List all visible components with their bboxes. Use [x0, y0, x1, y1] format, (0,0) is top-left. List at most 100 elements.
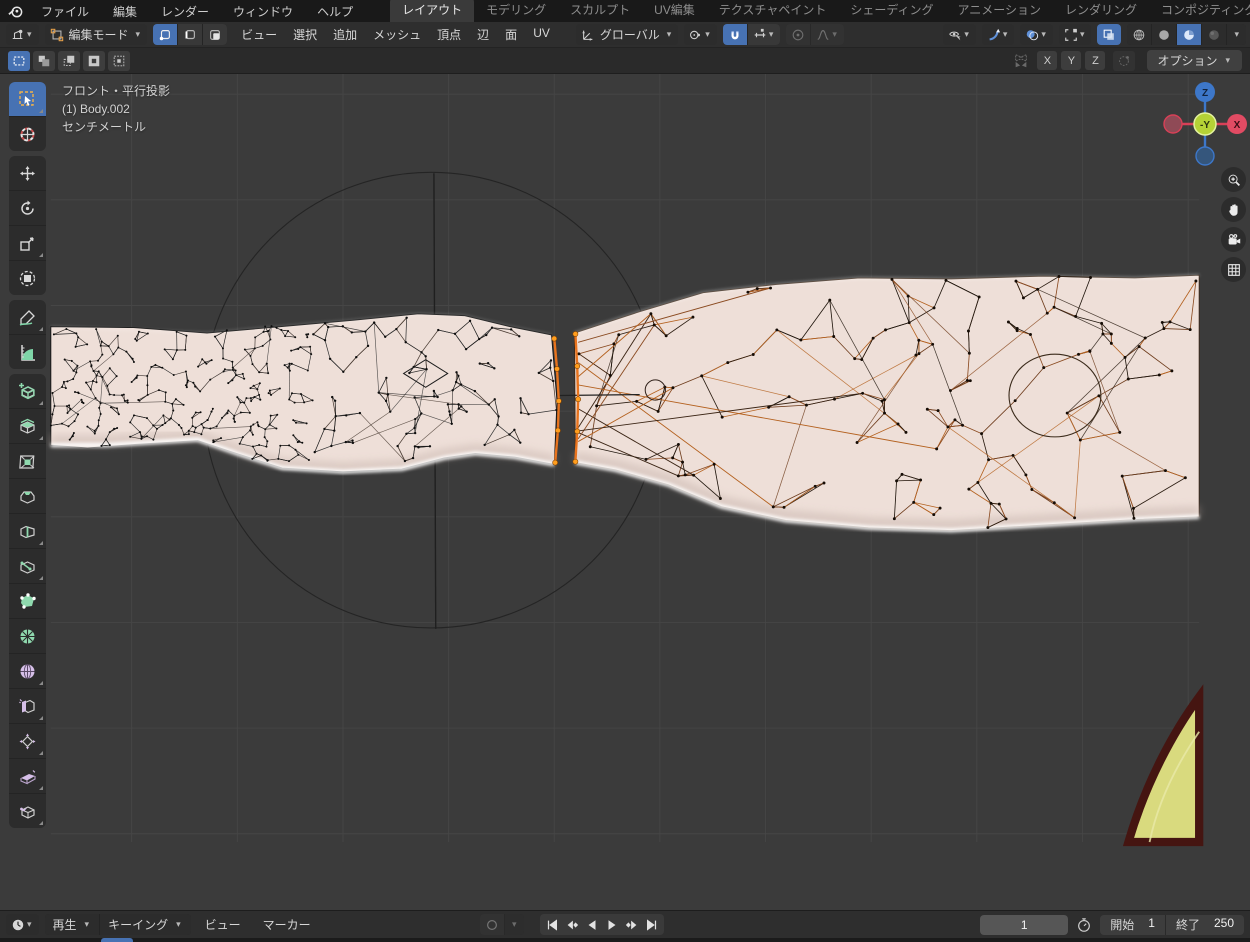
timeline-marker-menu[interactable]: マーカー: [255, 912, 319, 937]
tool-move[interactable]: [9, 156, 46, 190]
tool-loop-cut[interactable]: [9, 513, 46, 548]
tool-select-box[interactable]: [9, 82, 46, 116]
playback-dropdown[interactable]: 再生 ▾ キーイング ▾: [45, 914, 191, 935]
timeline-view-menu[interactable]: ビュー: [197, 912, 249, 937]
snap-target-button[interactable]: ▾: [747, 24, 781, 45]
tool-shrink-fatten[interactable]: [9, 723, 46, 758]
workspace-tab[interactable]: アニメーション: [946, 0, 1054, 22]
frame-start-field[interactable]: 開始 1: [1100, 916, 1165, 933]
viewport-ortho-button[interactable]: [1221, 257, 1246, 282]
shading-rendered-button[interactable]: [1201, 24, 1226, 45]
current-frame-value: 1: [1021, 918, 1028, 932]
transform-orientation[interactable]: グローバル ▾: [576, 24, 678, 45]
tool-transform[interactable]: [9, 260, 46, 295]
tool-spin[interactable]: [9, 618, 46, 653]
viewport-menu-item[interactable]: 追加: [325, 22, 365, 47]
snap-toggle-button[interactable]: [723, 24, 747, 45]
viewport-menu-item[interactable]: 面: [497, 22, 525, 47]
show-overlays-group[interactable]: ▾: [1020, 24, 1053, 45]
select-mode-set-button[interactable]: [8, 51, 30, 71]
topbar-menu-item[interactable]: ファイル: [30, 0, 100, 23]
snap-symmetry-button[interactable]: [1113, 51, 1135, 71]
workspace-tab[interactable]: シェーディング: [838, 0, 945, 22]
viewport-menu-item[interactable]: UV: [525, 22, 558, 47]
shading-wireframe-button[interactable]: [1127, 24, 1151, 45]
playhead-marker[interactable]: [101, 938, 133, 942]
chevron-down-icon: ▾: [1039, 30, 1048, 39]
viewport-zoom-button[interactable]: [1221, 167, 1246, 192]
tool-bevel[interactable]: [9, 478, 46, 513]
shading-solid-button[interactable]: [1151, 24, 1176, 45]
viewport-menu-item[interactable]: 選択: [285, 22, 325, 47]
timeline-editor-selector[interactable]: ▾: [6, 914, 39, 935]
options-dropdown[interactable]: オプション ▾: [1147, 50, 1242, 71]
mirror-z-button[interactable]: Z: [1085, 51, 1105, 70]
mirror-y-button[interactable]: Y: [1061, 51, 1081, 70]
mirror-x-button[interactable]: X: [1037, 51, 1057, 70]
tool-cursor[interactable]: [9, 116, 46, 151]
jump-to-start-button[interactable]: [542, 915, 562, 934]
tool-scale[interactable]: [9, 225, 46, 260]
viewport-menu-item[interactable]: メッシュ: [365, 22, 429, 47]
3d-viewport[interactable]: フロント・平行投影 (1) Body.002 センチメートル: [0, 74, 1250, 910]
tool-shear[interactable]: [9, 758, 46, 793]
workspace-tab[interactable]: UV編集: [642, 0, 707, 22]
xray-toggle[interactable]: [1097, 24, 1121, 45]
editor-type-selector[interactable]: ▾: [6, 24, 39, 45]
topbar-menu-item[interactable]: ウィンドウ: [222, 0, 304, 23]
object-visibility-group[interactable]: ▾: [943, 24, 976, 45]
proportional-falloff-button[interactable]: ▾: [810, 24, 844, 45]
topbar-menu-item[interactable]: ヘルプ: [306, 0, 364, 23]
select-mode-intersect-button[interactable]: [108, 51, 130, 71]
play-forward-button[interactable]: [602, 915, 622, 934]
viewport-pan-button[interactable]: [1221, 197, 1246, 222]
vertex-select-button[interactable]: [153, 24, 177, 45]
select-mode-invert-button[interactable]: [83, 51, 105, 71]
current-frame-field[interactable]: 1: [980, 915, 1068, 935]
blender-logo-icon[interactable]: [0, 4, 30, 19]
axis-navigation-gizmo[interactable]: Z X -Y: [1160, 80, 1250, 170]
frame-end-field[interactable]: 終了 250: [1166, 916, 1244, 933]
topbar-menu-item[interactable]: レンダー: [150, 0, 220, 23]
workspace-tab[interactable]: スカルプト: [558, 0, 642, 22]
proportional-edit-button[interactable]: [786, 24, 810, 45]
viewport-camera-button[interactable]: [1221, 227, 1246, 252]
play-reverse-button[interactable]: [582, 915, 602, 934]
tool-measure[interactable]: [9, 334, 46, 369]
mode-selector[interactable]: 編集モード ▾: [45, 24, 148, 45]
gizmo-options-group[interactable]: ▾: [1059, 24, 1092, 45]
viewport-menu-item[interactable]: 辺: [469, 22, 497, 47]
tool-rip-region[interactable]: [9, 793, 46, 828]
tool-smooth[interactable]: [9, 653, 46, 688]
viewport-menu-item[interactable]: 頂点: [429, 22, 469, 47]
jump-to-end-button[interactable]: [642, 915, 662, 934]
tool-poly-build[interactable]: [9, 583, 46, 618]
tool-rotate[interactable]: [9, 190, 46, 225]
next-keyframe-button[interactable]: [622, 915, 642, 934]
tool-inset-faces[interactable]: [9, 443, 46, 478]
auto-key-button[interactable]: [480, 914, 504, 935]
workspace-tab[interactable]: モデリング: [474, 0, 558, 22]
tool-add-cube[interactable]: [9, 374, 46, 408]
shading-material-button[interactable]: [1176, 24, 1201, 45]
pivot-point-selector[interactable]: ▾: [684, 24, 717, 45]
tool-extrude-region[interactable]: [9, 408, 46, 443]
tool-knife[interactable]: [9, 548, 46, 583]
workspace-tab[interactable]: コンポジティング: [1149, 0, 1250, 22]
topbar-menu-item[interactable]: 編集: [102, 0, 148, 23]
select-mode-extend-button[interactable]: [33, 51, 55, 71]
select-mode-subtract-button[interactable]: [58, 51, 80, 71]
axis-x-negative[interactable]: [1164, 115, 1182, 133]
viewport-menu-item[interactable]: ビュー: [233, 22, 285, 47]
workspace-tab[interactable]: レンダリング: [1053, 0, 1149, 22]
show-gizmos-group[interactable]: ▾: [982, 24, 1015, 45]
timeline-track-strip[interactable]: [0, 938, 1250, 942]
axis-z-negative[interactable]: [1196, 147, 1214, 165]
prev-keyframe-button[interactable]: [562, 915, 582, 934]
tool-annotate[interactable]: [9, 300, 46, 334]
tool-edge-slide[interactable]: [9, 688, 46, 723]
workspace-tab[interactable]: テクスチャペイント: [707, 0, 839, 22]
face-select-button[interactable]: [202, 24, 227, 45]
edge-select-button[interactable]: [177, 24, 202, 45]
workspace-tab[interactable]: レイアウト: [390, 0, 474, 22]
